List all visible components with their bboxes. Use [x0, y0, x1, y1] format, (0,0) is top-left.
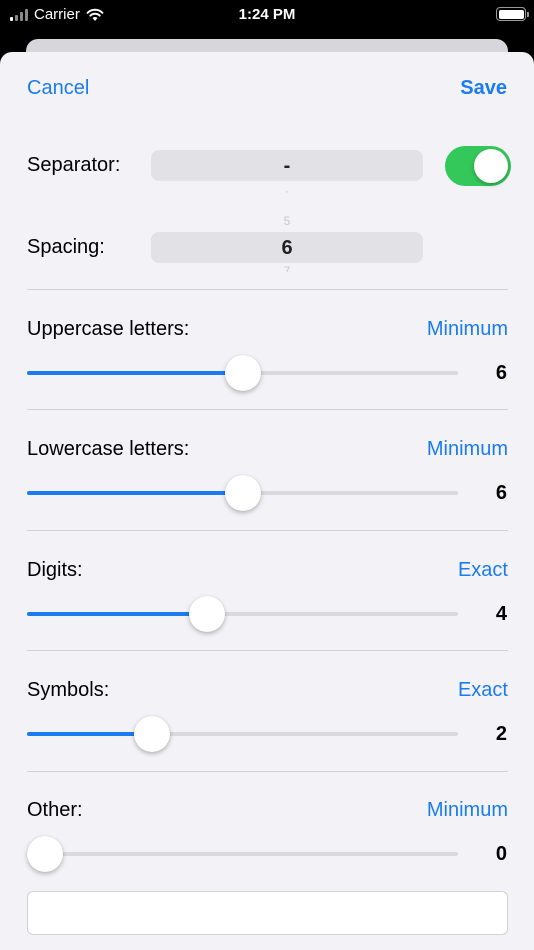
separator-toggle[interactable] [445, 146, 511, 186]
digits-value: 4 [495, 603, 507, 625]
spacing-label: Spacing: [27, 236, 105, 258]
spacing-prev-value: 5 [283, 214, 291, 228]
spacing-picker[interactable]: 6 [151, 232, 423, 263]
other-characters-field[interactable] [27, 891, 508, 935]
separator-picker[interactable]: - [151, 150, 423, 181]
divider [27, 530, 508, 531]
divider [27, 409, 508, 410]
lowercase-label: Lowercase letters: [27, 438, 190, 460]
other-value: 0 [495, 843, 507, 865]
toggle-knob [474, 149, 508, 183]
symbols-value: 2 [495, 723, 507, 745]
status-bar: Carrier 1:24 PM [0, 0, 534, 30]
slider-fill [27, 371, 243, 375]
uppercase-label: Uppercase letters: [27, 318, 190, 340]
slider-thumb[interactable] [224, 355, 261, 391]
cancel-button[interactable]: Cancel [27, 77, 89, 100]
slider-thumb[interactable] [133, 716, 170, 752]
slider-thumb[interactable] [224, 475, 261, 511]
divider [27, 771, 508, 772]
symbols-mode-button[interactable]: Exact [458, 679, 508, 702]
other-label: Other: [27, 799, 83, 821]
divider [27, 650, 508, 651]
spacing-next-value: 7 [151, 266, 423, 272]
symbols-label: Symbols: [27, 679, 110, 701]
uppercase-slider[interactable] [27, 355, 458, 391]
digits-label: Digits: [27, 559, 83, 581]
separator-value: - [283, 155, 291, 177]
digits-mode-button[interactable]: Exact [458, 559, 508, 582]
clock: 1:24 PM [238, 6, 296, 23]
uppercase-mode-button[interactable]: Minimum [427, 318, 508, 341]
symbols-slider[interactable] [27, 716, 458, 752]
digits-slider[interactable] [27, 596, 458, 632]
lowercase-mode-button[interactable]: Minimum [427, 438, 508, 461]
spacing-value: 6 [281, 237, 293, 259]
other-slider[interactable] [27, 836, 458, 872]
uppercase-value: 6 [495, 362, 507, 384]
slider-thumb[interactable] [188, 596, 225, 632]
slider-fill [27, 732, 144, 736]
divider [27, 289, 508, 290]
lowercase-value: 6 [495, 482, 507, 504]
battery-icon [496, 7, 529, 21]
slider-thumb[interactable] [27, 836, 63, 872]
save-button[interactable]: Save [460, 77, 507, 100]
slider-fill [27, 491, 243, 495]
slider-fill [27, 612, 204, 616]
other-mode-button[interactable]: Minimum [427, 799, 508, 822]
spacing-dot: · [285, 184, 289, 198]
separator-label: Separator: [27, 154, 121, 176]
lowercase-slider[interactable] [27, 475, 458, 511]
